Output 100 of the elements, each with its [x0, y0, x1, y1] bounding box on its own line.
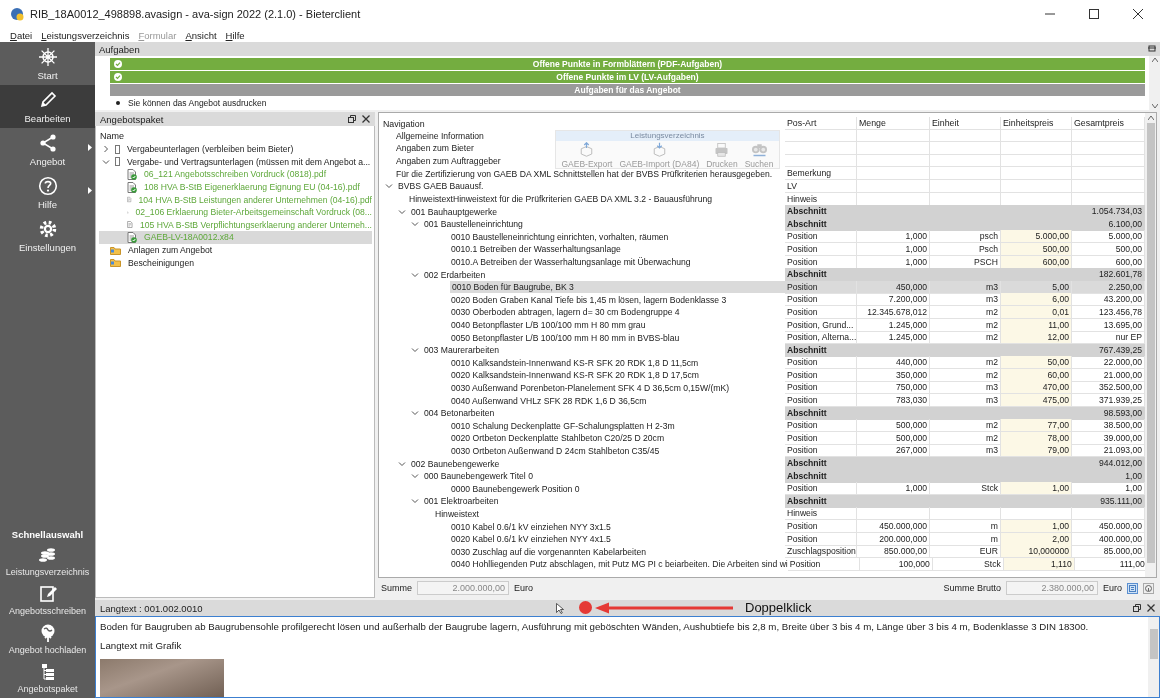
table-cell: [785, 142, 857, 155]
table-cell: 12,00: [1001, 331, 1072, 345]
table-cell: 475,00: [1001, 394, 1072, 408]
chevron-down-icon[interactable]: [411, 346, 419, 355]
tree-item[interactable]: 0030 Ortbeton Außenwand D 24cm Stahlbeton C35/45: [450, 444, 660, 457]
quick-item[interactable]: Angebotspaket: [0, 659, 95, 698]
quick-item[interactable]: Angebot hochladen: [0, 620, 95, 659]
chevron-down-icon[interactable]: [411, 472, 419, 481]
table-cell: LV: [785, 179, 857, 193]
tree-item[interactable]: 0010 Kabel 0.6/1 kV einziehen NYY 3x1.5: [450, 520, 611, 533]
table-cell: Position: [785, 368, 857, 382]
tree-item[interactable]: 0000 Baunebengewerk Position 0: [450, 482, 580, 495]
quick-item[interactable]: Leistungsverzeichnis: [0, 542, 95, 581]
tree-item[interactable]: Vergabeunterlagen (verbleiben beim Bieter): [125, 144, 296, 155]
tree-item[interactable]: 0010 Schalung Deckenplatte GF-Schalungsplatten H 2-3m: [450, 419, 675, 432]
panel-title: Angebotspaket: [100, 113, 165, 125]
tree-item[interactable]: 0010 Kalksandstein-Innenwand KS-R SFK 20 RDK 1,8 D 11,5cm: [450, 356, 699, 369]
table-cell: Bemerkung: [785, 167, 857, 181]
table-cell: 100,000: [859, 557, 933, 571]
tree-item[interactable]: Hinweistext: [434, 507, 479, 520]
tree-item[interactable]: 004 Betonarbeiten: [423, 407, 495, 420]
menu-item[interactable]: Leistungsverzeichnis: [41, 29, 130, 41]
table-cell: Position, Grund...: [785, 318, 857, 332]
tree-item[interactable]: 0020 Ortbeton Deckenplatte Stahlbeton C20/25 D 20cm: [450, 432, 665, 445]
check-circle-icon: [114, 73, 122, 81]
tree-item[interactable]: Allgemeine Information: [395, 129, 484, 142]
binoculars-icon: [750, 142, 768, 157]
table-cell: Position: [785, 305, 857, 319]
close-icon[interactable]: [1147, 604, 1155, 612]
tree-item[interactable]: Vergabe- und Vertragsunterlagen (müssen mit dem Angebot a...: [125, 156, 373, 167]
chevron-down-icon[interactable]: [411, 497, 419, 506]
tree-item[interactable]: 0010 Baustelleneinrichtung einrichten, vorhalten, räumen: [450, 230, 669, 243]
quick-item[interactable]: Angebotsschreiben: [0, 581, 95, 620]
chevron-down-icon[interactable]: [411, 270, 419, 279]
tree-item[interactable]: Angaben zum Bieter: [395, 142, 474, 155]
table-cell: 470,00: [1001, 381, 1072, 395]
chevron-down-icon[interactable]: [102, 157, 110, 166]
gross-sum-field: 2.380.000,00: [1006, 581, 1098, 595]
tree-item[interactable]: 0030 Zuschlag auf die vorgenannten Kabelarbeiten: [450, 545, 646, 558]
chevron-down-icon[interactable]: [385, 182, 393, 191]
close-icon: [1133, 9, 1143, 19]
list-icon: [1129, 584, 1136, 592]
restore-icon[interactable]: [1133, 604, 1141, 612]
scrollbar[interactable]: [1149, 56, 1160, 110]
sidebar-item[interactable]: Einstellungen: [0, 214, 95, 257]
table-cell: [785, 129, 857, 143]
tree-item[interactable]: 001 Baustelleneinrichtung: [423, 218, 523, 231]
tree-item[interactable]: 0020 Boden Graben Kanal Tiefe bis 1,45 m lösen, lagern Bodenklasse 3: [450, 293, 727, 306]
info-toggle[interactable]: [1143, 582, 1154, 594]
tree-item[interactable]: Angaben zum Auftraggeber: [395, 155, 501, 168]
tree-item[interactable]: 000 Baunebengewerk Titel 0: [423, 470, 533, 483]
table-cell: [1001, 142, 1072, 155]
tree-item[interactable]: 0040 Hohlliegenden Putz abschlagen, mit Putz MG PI c beiarbeiten. Die Arbeiten sind wi: [450, 558, 788, 571]
tree-item[interactable]: 0040 Betonpflaster L/B 100/100 mm H 80 mm grau: [450, 319, 646, 331]
chevron-down-icon[interactable]: [398, 207, 406, 216]
tree-item[interactable]: 001 Bauhauptgewerke: [410, 205, 497, 218]
table-cell: Abschnitt: [785, 457, 857, 471]
tree-item[interactable]: 002 Baunebengewerke: [410, 457, 500, 470]
chevron-down-icon[interactable]: [411, 409, 419, 418]
menu-item[interactable]: Hilfe: [225, 29, 245, 41]
close-icon[interactable]: [362, 115, 370, 123]
tree-item[interactable]: Anlagen zum Angebot: [126, 245, 215, 256]
restore-icon[interactable]: [348, 115, 356, 123]
chevron-down-icon[interactable]: [411, 220, 419, 229]
tree-item[interactable]: 0030 Oberboden abtragen, lagern d= 30 cm Bodengruppe 4: [450, 306, 680, 319]
window-title: RIB_18A0012_498898.avasign - ava-sign 2022 (2.1.0) - Bieterclient: [30, 8, 362, 20]
tree-item[interactable]: 002 Erdarbeiten: [423, 268, 486, 281]
sidebar-item[interactable]: Hilfe: [0, 171, 95, 214]
tree-item[interactable]: 0010.A Betreiben der Wasserhaltungsanlage mit Überwachung: [450, 256, 691, 269]
column-header: Pos-Art: [785, 117, 857, 130]
tree-item[interactable]: 0020 Kalksandstein-Innenwand KS-R SFK 20 RDK 1,8 D 17,5cm: [450, 369, 699, 382]
tree-item[interactable]: 001 Elektroarbeiten: [423, 495, 499, 508]
tree-item[interactable]: 0010 Boden für Baugrube, BK 3: [450, 281, 785, 294]
scrollbar[interactable]: [1145, 113, 1156, 577]
table-cell: Position: [785, 431, 857, 445]
pin-icon[interactable]: [1148, 45, 1156, 53]
tree-item[interactable]: 0020 Kabel 0.6/1 kV einziehen NYY 4x1.5: [450, 533, 611, 546]
help-icon: [37, 176, 58, 196]
tree-item[interactable]: 003 Maurerarbeiten: [423, 344, 499, 357]
table-cell: Position: [785, 293, 857, 307]
chevron-right-icon[interactable]: [102, 145, 110, 154]
share-icon: [37, 133, 58, 153]
sidebar-item[interactable]: Angebot: [0, 128, 95, 171]
menu-item[interactable]: Ansicht: [185, 29, 217, 41]
sidebar-item[interactable]: Bearbeiten: [0, 85, 95, 128]
scrollbar[interactable]: [1148, 617, 1159, 697]
tree-item[interactable]: 0030 Außenwand Porenbeton-Planelement SFK 4 D 36,5cm 0,15W/(mK): [450, 381, 729, 394]
tree-item[interactable]: BVBS GAEB Bauausf.: [397, 180, 484, 193]
sidebar-item[interactable]: Start: [0, 42, 95, 85]
tree-item[interactable]: HinweistextHinweistext für die Prüfkriterien GAEB DA XML 3.2 - Bauausführung: [408, 193, 712, 206]
sum-label: Summe: [381, 583, 412, 593]
tree-item[interactable]: 0010.1 Betreiben der Wasserhaltungsanlage: [450, 243, 621, 256]
list-toggle[interactable]: [1127, 582, 1138, 594]
tree-item[interactable]: 0040 Außenwand VHLz SFK 28 RDK 1,6 D 36,5cm: [450, 394, 647, 407]
chevron-down-icon[interactable]: [398, 459, 406, 468]
tree-item[interactable]: Bescheinigungen: [126, 257, 196, 268]
document-pen-icon: [37, 584, 58, 604]
menu-item[interactable]: Datei: [10, 29, 33, 41]
tree-item[interactable]: 0050 Betonpflaster L/B 100/100 mm H 80 mm in BVBS-blau: [450, 331, 680, 344]
table-cell: [1001, 154, 1072, 168]
